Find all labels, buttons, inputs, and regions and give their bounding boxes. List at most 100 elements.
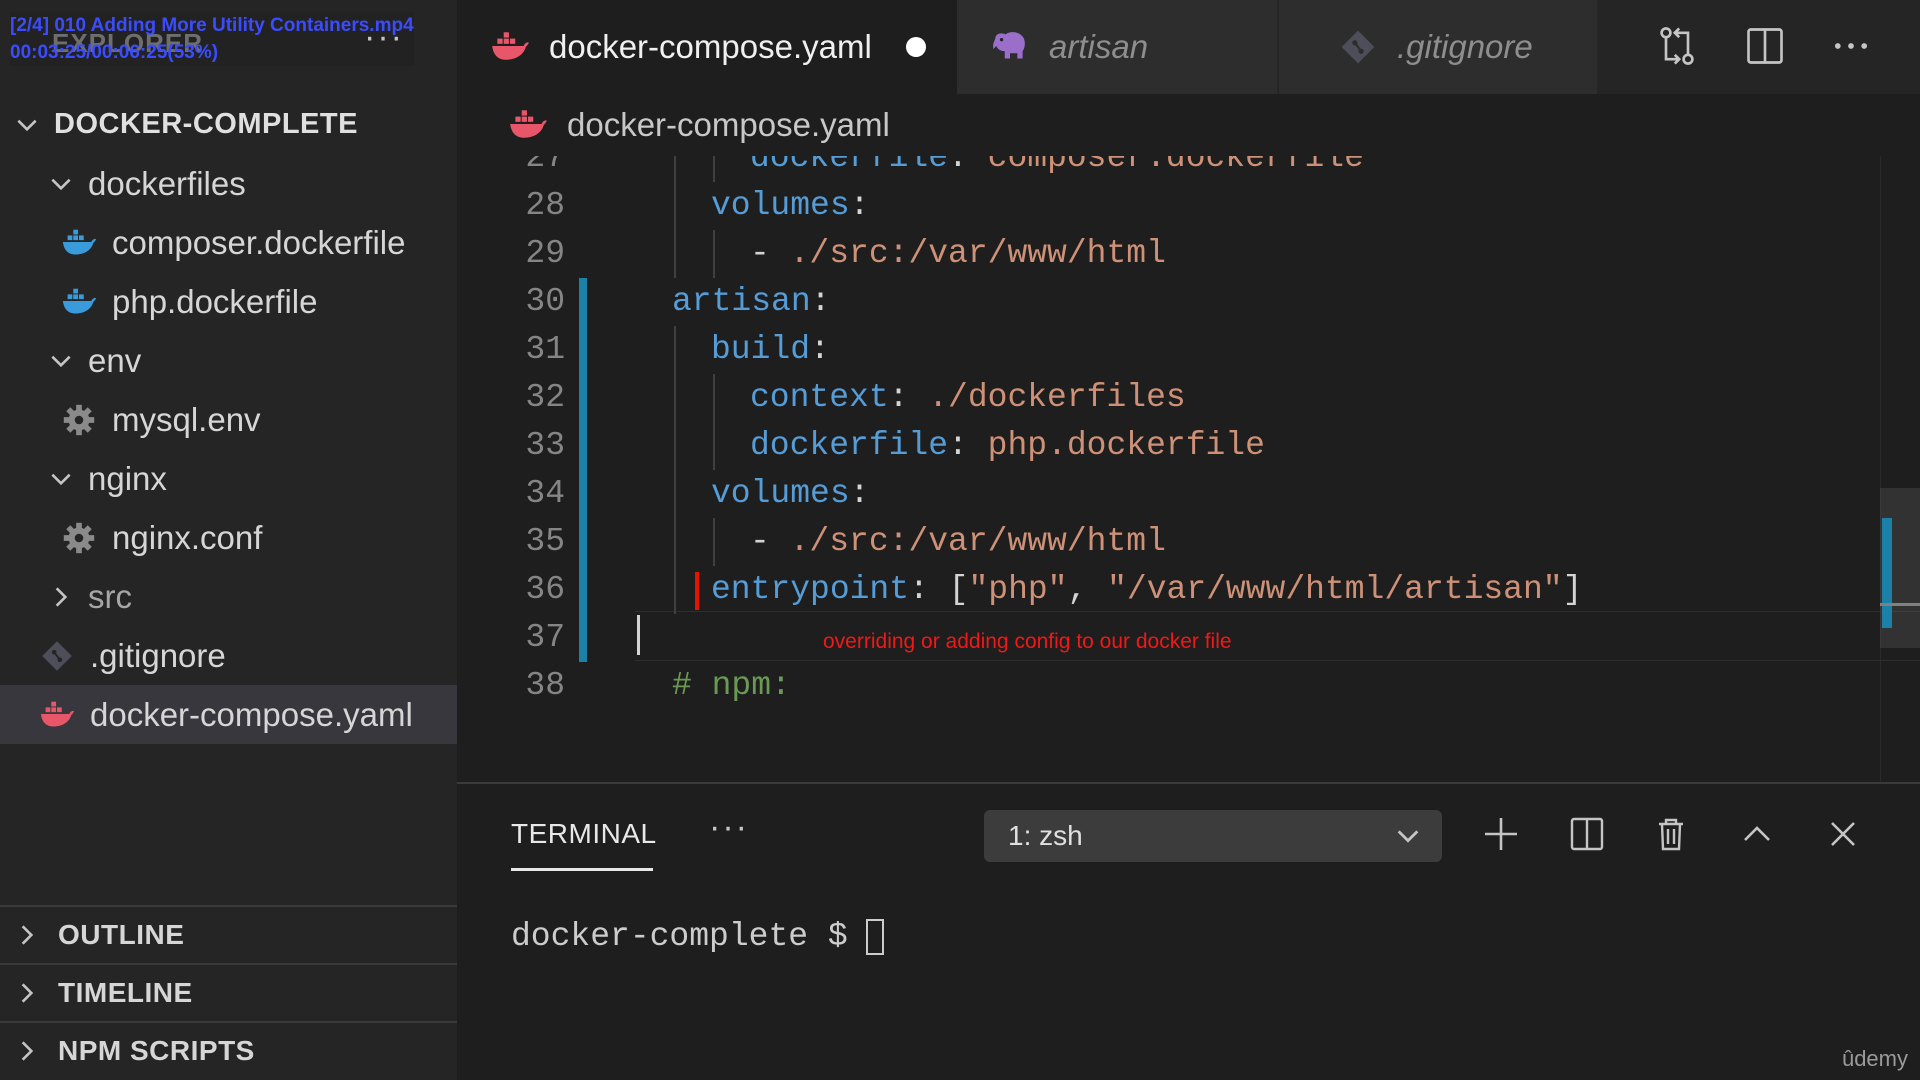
code-text: dockerfile: php.dockerfile xyxy=(750,422,1265,470)
indent-guide xyxy=(713,230,715,278)
tree-file-gitignore[interactable]: .gitignore xyxy=(0,626,457,685)
tab-terminal[interactable]: TERMINAL xyxy=(511,818,657,850)
terminal-prompt[interactable]: docker-complete $ xyxy=(511,918,884,955)
code-token: artisan xyxy=(672,283,811,320)
unsaved-dot-icon[interactable] xyxy=(905,37,926,57)
docker-whale-icon xyxy=(507,104,549,146)
section-npm-scripts[interactable]: NPM SCRIPTS xyxy=(0,1021,457,1079)
close-panel-button[interactable] xyxy=(1819,810,1867,858)
code-token: ] xyxy=(1562,571,1583,608)
maximize-panel-button[interactable] xyxy=(1733,810,1781,858)
code-token: # npm: xyxy=(672,667,791,704)
tree-root-folder[interactable]: DOCKER-COMPLETE xyxy=(0,95,457,154)
code-token: : xyxy=(948,156,988,176)
docker-whale-icon xyxy=(489,26,531,68)
code-token: volumes xyxy=(711,187,850,224)
tree-file-php-dockerfile[interactable]: php.dockerfile xyxy=(0,272,457,331)
shell-select[interactable]: 1: zsh xyxy=(984,810,1442,862)
code-text: build: xyxy=(711,326,830,374)
tree-folder-src[interactable]: src xyxy=(0,567,457,626)
code-token: : [ xyxy=(909,571,969,608)
section-label: NPM SCRIPTS xyxy=(58,1035,255,1066)
section-outline[interactable]: OUTLINE xyxy=(0,905,457,963)
code-token: "php" xyxy=(968,571,1068,608)
code-token: dockerfile xyxy=(750,427,949,464)
split-terminal-button[interactable] xyxy=(1563,810,1611,858)
tab-docker-compose[interactable]: docker-compose.yaml xyxy=(457,0,957,94)
tab-artisan[interactable]: artisan xyxy=(957,0,1277,94)
code-editor[interactable]: 27 dockerfile: composer.dockerfile 28 volum… xyxy=(457,156,1920,782)
tab-gitignore[interactable]: .gitignore xyxy=(1279,0,1597,94)
more-actions-icon[interactable]: ··· xyxy=(364,18,404,57)
video-overlay: [2/4] 010 Adding More Utility Containers… xyxy=(10,12,414,66)
code-line[interactable]: 38 # npm: xyxy=(457,662,1877,710)
code-token: - xyxy=(750,235,790,272)
new-terminal-button[interactable] xyxy=(1477,810,1525,858)
indent-guide xyxy=(674,374,676,422)
tree-item-label: mysql.env xyxy=(112,400,261,438)
tree-file-mysql-env[interactable]: mysql.env xyxy=(0,390,457,449)
breadcrumb[interactable]: docker-compose.yaml xyxy=(457,94,1920,156)
indent-guide xyxy=(674,566,676,614)
code-token: composer.dockerfile xyxy=(987,156,1364,176)
code-token: - xyxy=(750,523,790,560)
code-line[interactable]: 31 build: xyxy=(457,326,1877,374)
editor-tab-bar: docker-compose.yaml artisan .gitignore xyxy=(457,0,1920,94)
compare-changes-icon[interactable] xyxy=(1653,22,1701,70)
tree-item-label: php.dockerfile xyxy=(112,282,318,320)
code-token: : xyxy=(810,283,831,320)
code-token: php.dockerfile xyxy=(987,427,1265,464)
elephant-icon xyxy=(989,26,1031,68)
tab-label: docker-compose.yaml xyxy=(549,28,872,65)
tree-item-label: .gitignore xyxy=(90,636,226,674)
indent-guide xyxy=(674,182,676,230)
code-text: artisan: xyxy=(672,278,830,326)
code-line[interactable]: 36 entrypoint: ["php", "/var/www/html/art… xyxy=(457,566,1877,614)
indent-guide xyxy=(713,422,715,470)
annotation-note: overriding or adding config to our docke… xyxy=(823,630,1232,653)
terminal-cursor xyxy=(865,918,884,955)
code-token: dockerfile xyxy=(750,156,949,176)
line-number: 37 xyxy=(525,619,565,656)
code-line[interactable]: 30 artisan: xyxy=(457,278,1877,326)
shell-select-value: 1: zsh xyxy=(1008,820,1083,851)
tree-file-nginx-conf[interactable]: nginx.conf xyxy=(0,508,457,567)
chevron-right-icon xyxy=(14,1038,40,1064)
split-editor-icon[interactable] xyxy=(1741,22,1789,70)
code-line[interactable]: 27 dockerfile: composer.dockerfile xyxy=(457,156,1877,182)
explorer-header: EXPLORER [2/4] 010 Adding More Utility C… xyxy=(0,0,457,92)
chevron-right-icon xyxy=(48,584,74,610)
gear-icon xyxy=(60,401,98,439)
code-token: ./src:/var/www/html xyxy=(789,523,1166,560)
tree-file-docker-compose[interactable]: docker-compose.yaml xyxy=(0,685,457,744)
code-line[interactable]: 34 volumes: xyxy=(457,470,1877,518)
code-token: : xyxy=(810,331,830,368)
tree-folder-env[interactable]: env xyxy=(0,331,457,390)
code-token: , xyxy=(1067,571,1108,608)
code-line[interactable]: 29 - ./src:/var/www/html xyxy=(457,230,1877,278)
active-tab-underline xyxy=(511,868,653,871)
git-icon xyxy=(38,637,76,675)
tree-folder-nginx[interactable]: nginx xyxy=(0,449,457,508)
tree-item-label: docker-compose.yaml xyxy=(90,695,413,733)
code-line[interactable]: 35 - ./src:/var/www/html xyxy=(457,518,1877,566)
tree-folder-dockerfiles[interactable]: dockerfiles xyxy=(0,154,457,213)
chevron-down-icon xyxy=(1397,830,1419,843)
kill-terminal-button[interactable] xyxy=(1647,810,1695,858)
terminal-panel: TERMINAL ··· 1: zsh docker-complete $ ûd… xyxy=(457,782,1920,1080)
video-timecode: 00:03:25/00:06:25(53%) xyxy=(10,42,219,63)
indent-guide xyxy=(713,156,715,182)
code-line[interactable]: 32 context: ./dockerfiles xyxy=(457,374,1877,422)
code-token: entrypoint xyxy=(711,571,910,608)
line-number: 27 xyxy=(525,156,565,176)
more-actions-icon[interactable]: ··· xyxy=(709,808,749,847)
more-actions-icon[interactable] xyxy=(1827,22,1875,70)
line-number: 29 xyxy=(525,235,565,272)
code-line[interactable]: 28 volumes: xyxy=(457,182,1877,230)
tree-file-composer-dockerfile[interactable]: composer.dockerfile xyxy=(0,213,457,272)
text-caret xyxy=(637,615,640,655)
line-number: 33 xyxy=(525,427,565,464)
code-line[interactable]: 33 dockerfile: php.dockerfile xyxy=(457,422,1877,470)
section-timeline[interactable]: TIMELINE xyxy=(0,963,457,1021)
indent-guide xyxy=(713,374,715,422)
